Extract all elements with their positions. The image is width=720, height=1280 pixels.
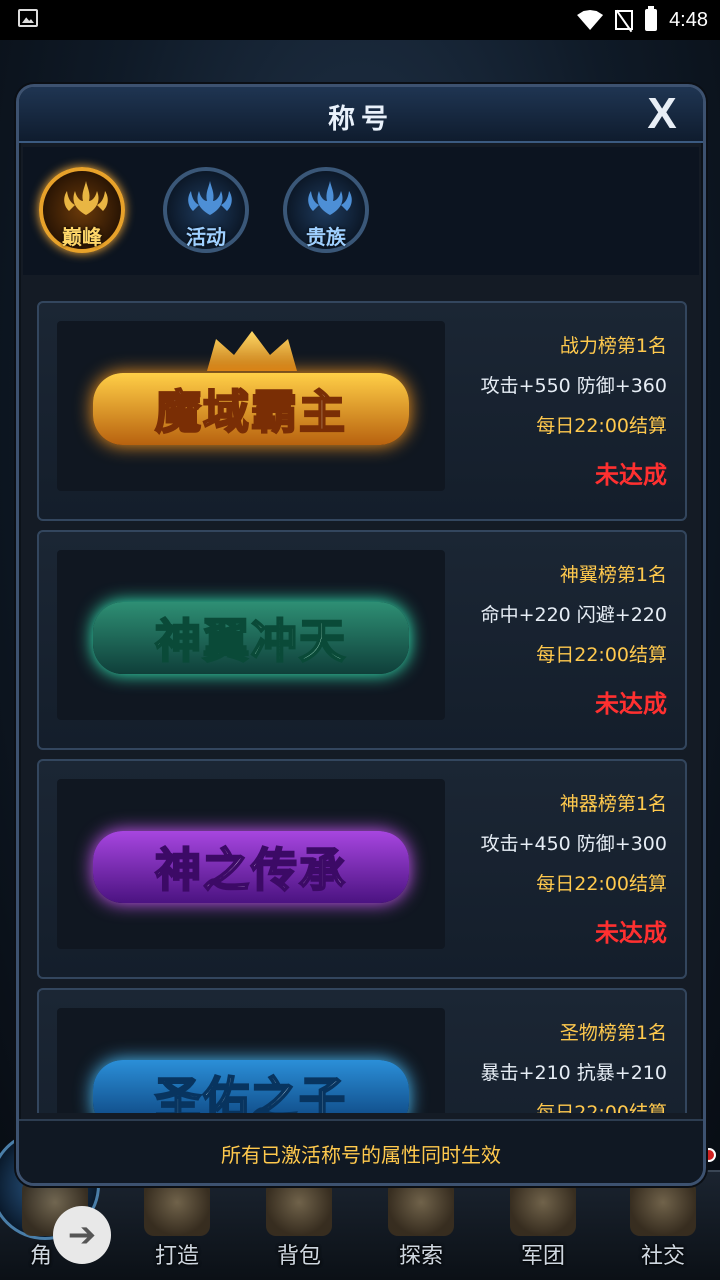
nav-item-social[interactable]: 社交 (608, 1174, 718, 1270)
title-list[interactable]: 魔域霸主 战力榜第1名 攻击+550 防御+360 每日22:00结算 未达成 … (37, 301, 687, 1113)
title-settle-time: 每日22:00结算 (536, 644, 667, 666)
title-card: 神翼冲天 神翼榜第1名 命中+220 闪避+220 每日22:00结算 未达成 (37, 530, 687, 750)
back-button[interactable]: ➔ (53, 1206, 111, 1264)
clock: 4:48 (669, 8, 708, 31)
title-badge: 圣佑之子 (93, 1060, 409, 1113)
title-rank: 圣物榜第1名 (559, 1022, 667, 1044)
title-stats: 攻击+450 防御+300 (480, 833, 667, 855)
tab-peak[interactable]: 巅峰 (39, 167, 125, 253)
title-stats: 命中+220 闪避+220 (480, 604, 667, 626)
title-info: 圣物榜第1名 暴击+210 抗暴+210 每日22:00结算 (447, 1018, 667, 1113)
title-status: 未达成 (595, 690, 667, 718)
title-art: 神之传承 (57, 779, 445, 949)
title-art: 神翼冲天 (57, 550, 445, 720)
title-info: 神翼榜第1名 命中+220 闪避+220 每日22:00结算 未达成 (447, 560, 667, 719)
tab-noble[interactable]: 贵族 (283, 167, 369, 253)
battery-icon (645, 6, 658, 31)
nav-label: 探索 (398, 1244, 443, 1269)
forge-icon (144, 1180, 210, 1236)
title-info: 神器榜第1名 攻击+450 防御+300 每日22:00结算 未达成 (447, 789, 667, 948)
title-card: 神之传承 神器榜第1名 攻击+450 防御+300 每日22:00结算 未达成 (37, 759, 687, 979)
title-status: 未达成 (595, 461, 667, 489)
title-art: 圣佑之子 (57, 1008, 445, 1113)
legion-icon (510, 1180, 576, 1236)
flame-emblem-icon (188, 181, 232, 215)
title-settle-time: 每日22:00结算 (536, 415, 667, 437)
tab-activity[interactable]: 活动 (163, 167, 249, 253)
title-tabs: 巅峰 活动 贵族 (23, 147, 699, 275)
wifi-icon (577, 10, 604, 30)
title-art: 魔域霸主 (57, 321, 445, 491)
nav-label: 社交 (640, 1244, 685, 1269)
nav-item-forge[interactable]: 打造 (122, 1174, 232, 1270)
tab-label: 贵族 (306, 225, 346, 249)
title-card: 圣佑之子 圣物榜第1名 暴击+210 抗暴+210 每日22:00结算 (37, 988, 687, 1113)
flame-emblem-icon (308, 181, 352, 215)
image-icon (18, 9, 38, 27)
title-badge: 神翼冲天 (93, 602, 409, 674)
arrow-right-icon: ➔ (67, 1215, 97, 1255)
social-icon (630, 1180, 696, 1236)
explore-icon (388, 1180, 454, 1236)
panel-title: 称号 (328, 104, 394, 135)
close-button[interactable]: X (639, 91, 685, 137)
game-bottom-nav: 角 打造 背包 探索 军团 社交 ➔ (0, 1130, 720, 1280)
title-rank: 神器榜第1名 (559, 793, 667, 815)
title-status: 未达成 (595, 919, 667, 947)
bag-icon (266, 1180, 332, 1236)
title-stats: 暴击+210 抗暴+210 (480, 1062, 667, 1084)
title-settle-time: 每日22:00结算 (536, 1102, 667, 1113)
title-rank: 战力榜第1名 (559, 335, 667, 357)
title-card: 魔域霸主 战力榜第1名 攻击+550 防御+360 每日22:00结算 未达成 (37, 301, 687, 521)
title-stats: 攻击+550 防御+360 (480, 375, 667, 397)
flame-emblem-icon (64, 181, 108, 215)
title-rank: 神翼榜第1名 (559, 564, 667, 586)
title-settle-time: 每日22:00结算 (536, 873, 667, 895)
nav-label: 背包 (276, 1244, 321, 1269)
nav-item-explore[interactable]: 探索 (366, 1174, 476, 1270)
nav-item-legion[interactable]: 军团 (488, 1174, 598, 1270)
title-panel: 称号 X 巅峰 活动 贵族 魔域霸主 战力榜第1名 攻击+550 防御+360 … (16, 84, 706, 1186)
title-info: 战力榜第1名 攻击+550 防御+360 每日22:00结算 未达成 (447, 331, 667, 490)
title-badge: 魔域霸主 (93, 373, 409, 445)
no-signal-icon (615, 10, 634, 30)
tab-label: 活动 (186, 225, 226, 249)
title-badge: 神之传承 (93, 831, 409, 903)
status-bar: 4:48 (0, 0, 720, 40)
nav-label: 军团 (520, 1244, 565, 1269)
nav-label: 打造 (154, 1244, 199, 1269)
footer-note: 所有已激活称号的属性同时生效 (221, 1143, 501, 1167)
crown-icon (207, 331, 297, 371)
nav-item-bag[interactable]: 背包 (244, 1174, 354, 1270)
panel-titlebar: 称号 X (19, 87, 703, 143)
panel-footer: 所有已激活称号的属性同时生效 (19, 1119, 703, 1183)
tab-label: 巅峰 (62, 225, 102, 249)
